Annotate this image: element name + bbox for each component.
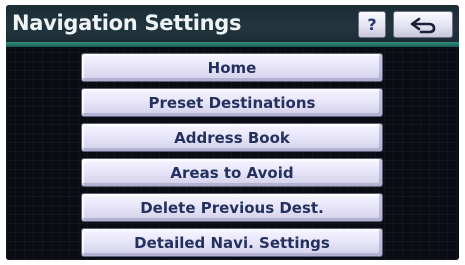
address-book-button[interactable]: Address Book <box>81 123 383 152</box>
header-bar: Navigation Settings ? <box>6 5 459 45</box>
nav-settings-screen: Navigation Settings ? Home Preset Destin… <box>6 5 459 260</box>
preset-destinations-button[interactable]: Preset Destinations <box>81 88 383 117</box>
back-arrow-icon <box>410 17 436 33</box>
back-button[interactable] <box>393 11 453 38</box>
help-button[interactable]: ? <box>358 11 386 38</box>
delete-previous-dest-button[interactable]: Delete Previous Dest. <box>81 193 383 222</box>
detailed-navi-settings-button[interactable]: Detailed Navi. Settings <box>81 228 383 257</box>
menu-panel: Home Preset Destinations Address Book Ar… <box>6 47 459 260</box>
help-label: ? <box>367 15 377 34</box>
areas-to-avoid-button[interactable]: Areas to Avoid <box>81 158 383 187</box>
home-button[interactable]: Home <box>81 53 383 82</box>
page-title: Navigation Settings <box>12 11 242 35</box>
